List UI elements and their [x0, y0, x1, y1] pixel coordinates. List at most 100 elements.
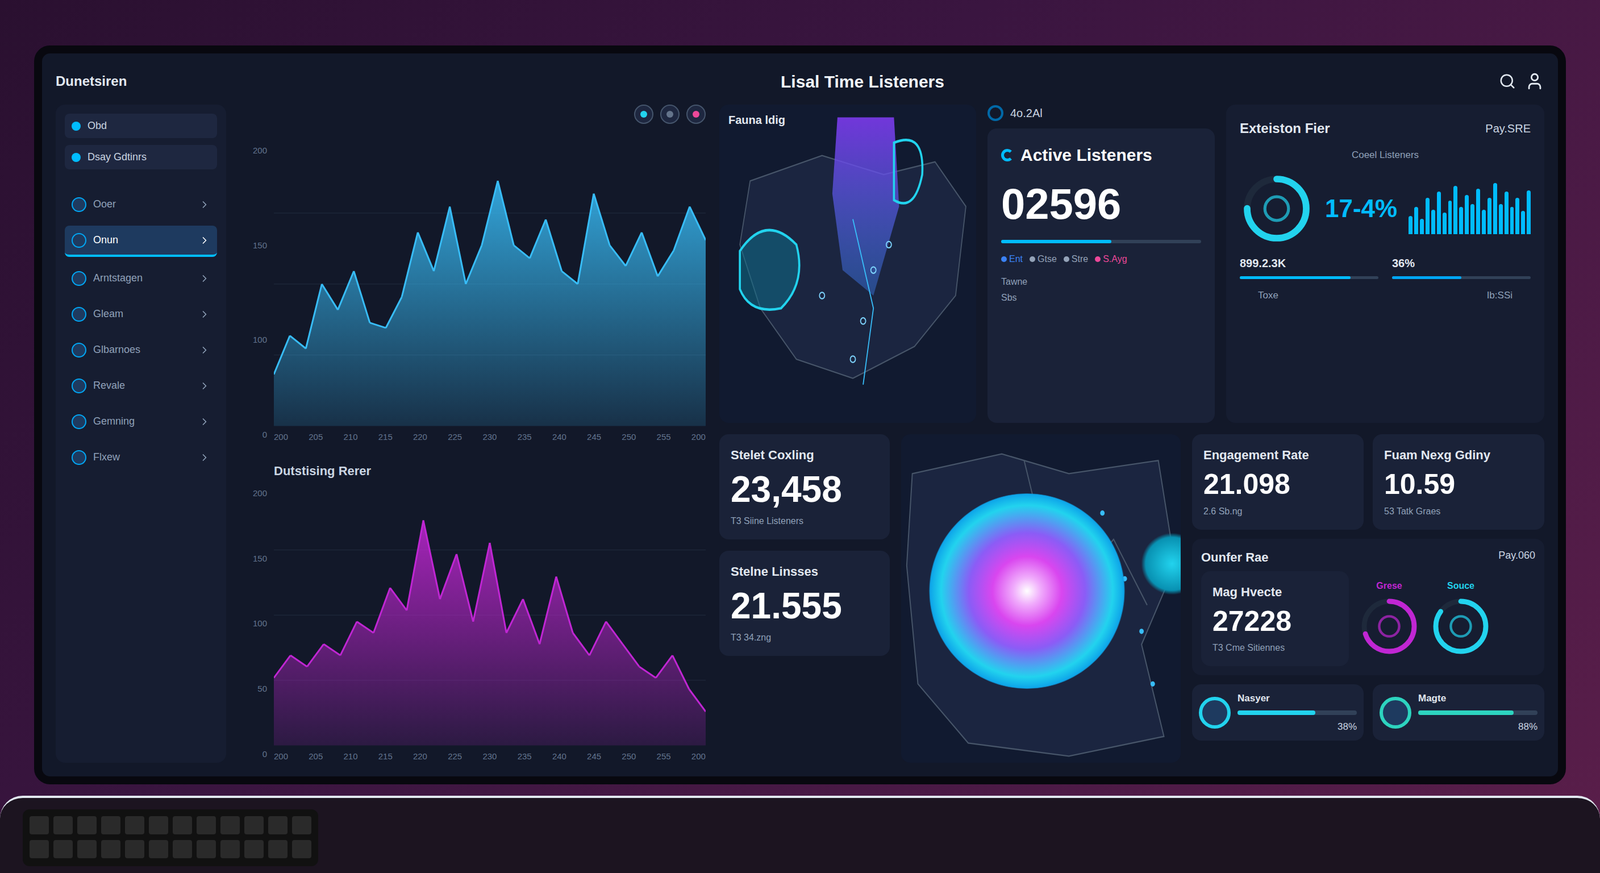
desk [0, 795, 1600, 873]
key[interactable] [244, 815, 264, 835]
chart-toggle[interactable] [634, 104, 654, 124]
stat-value: 10.59 [1384, 466, 1533, 503]
area-chart [273, 484, 706, 746]
key[interactable] [77, 815, 97, 835]
filter-chip[interactable]: Dsay Gdtinrs [64, 144, 218, 170]
key[interactable] [53, 815, 73, 835]
chart-segment [655, 655, 673, 678]
map-pin[interactable] [819, 292, 825, 299]
chart-toggle[interactable] [660, 104, 680, 124]
x-tick: 210 [343, 750, 358, 764]
key[interactable] [220, 815, 240, 835]
map-pin[interactable] [871, 267, 877, 274]
panel-title: Exteiston Fier [1239, 118, 1331, 139]
chart-segment [639, 666, 656, 678]
map-pin[interactable] [886, 241, 892, 248]
stat-card: Mag Hvecte27228T3 Cme Sitiennes [1201, 571, 1349, 667]
x-tick: 230 [482, 430, 497, 444]
key[interactable] [101, 815, 121, 835]
sidebar-item[interactable]: Gemning [64, 406, 218, 436]
key[interactable] [101, 839, 121, 858]
x-tick: 200 [273, 430, 289, 444]
x-tick: 225 [447, 430, 462, 444]
key[interactable] [220, 839, 240, 858]
stat-card: Fuam Nexg Gdiny10.5953 Tatk Graes [1372, 434, 1545, 530]
chevron-icon [198, 451, 211, 464]
sidebar-item[interactable]: Revale [64, 371, 218, 400]
key[interactable] [148, 815, 169, 835]
key[interactable] [196, 839, 216, 858]
active-card: Active Listeners02596EntGtseStreS.AygTaw… [987, 128, 1215, 423]
map-pin[interactable] [1139, 628, 1144, 634]
chevron-icon [198, 308, 211, 320]
key[interactable] [125, 839, 145, 858]
chart-segment [572, 632, 590, 656]
charts-column: 2001501000200205210215220225230235240245… [239, 104, 706, 763]
chart-segment [465, 245, 482, 285]
key[interactable] [29, 839, 49, 858]
chart-segment [641, 232, 658, 277]
user-icon[interactable] [1525, 71, 1545, 91]
key[interactable] [53, 839, 73, 858]
key[interactable] [172, 839, 193, 858]
key[interactable] [148, 839, 169, 858]
x-tick: 235 [517, 430, 532, 444]
meter-track[interactable] [1237, 710, 1357, 715]
chart-segment [609, 245, 626, 266]
x-tick: 245 [586, 430, 602, 444]
x-tick: 200 [691, 430, 706, 444]
key[interactable] [125, 815, 145, 835]
chart-segment [606, 621, 623, 645]
sidebar-item[interactable]: Onun [64, 225, 218, 257]
key[interactable] [268, 815, 288, 835]
sidebar-item[interactable]: Flxew [64, 442, 218, 472]
chevron-icon [198, 415, 211, 428]
map-pin[interactable] [850, 355, 856, 362]
chevron-icon [198, 272, 211, 285]
key[interactable] [172, 815, 193, 835]
spark-bar [1476, 188, 1481, 234]
key[interactable] [77, 839, 97, 858]
filter-dot-icon [71, 121, 81, 131]
meter-title: Nasyer [1237, 690, 1357, 706]
sidebar-item[interactable]: Glbarnoes [64, 335, 218, 365]
x-tick: 210 [343, 430, 358, 444]
footer-label: Tawne [1001, 275, 1202, 289]
chart-segment [657, 250, 674, 277]
key[interactable] [292, 839, 312, 858]
map-pin[interactable] [860, 317, 866, 324]
stat-title: Stelet Coxling [730, 445, 879, 465]
chart-segment [406, 520, 424, 611]
key[interactable] [292, 815, 312, 835]
percent-ring-icon [1239, 171, 1314, 246]
spark-bar [1425, 197, 1430, 235]
meter-reading: 88% [1518, 719, 1538, 735]
stat-value: 21.098 [1203, 466, 1353, 503]
heatmap-panel [901, 434, 1181, 763]
key[interactable] [29, 815, 49, 835]
x-tick: 220 [413, 750, 428, 764]
sidebar-item[interactable]: Arntstagen [64, 263, 218, 293]
meter-icon [1379, 696, 1412, 729]
meter-track[interactable] [1418, 710, 1538, 715]
chart-segment [481, 180, 498, 246]
stat-caption: T3 Cme Sitiennes [1212, 640, 1338, 655]
chart-segment [489, 542, 507, 633]
sidebar-item[interactable]: Gleam [64, 299, 218, 329]
search-icon[interactable] [1498, 72, 1516, 90]
map-pin[interactable] [1150, 681, 1156, 687]
chart-segment [401, 232, 418, 298]
chart-segment [522, 598, 540, 644]
spark-bar [1464, 194, 1469, 235]
spark-bar [1414, 206, 1419, 235]
dashboard-body: Obd Dsay Gdtinrs Ooer Onun Arntstagen Gleam Gl… [55, 104, 1545, 763]
map-pin[interactable] [1100, 510, 1105, 516]
sidebar-item[interactable]: Ooer [64, 189, 218, 219]
key[interactable] [268, 839, 288, 858]
spark-bar [1459, 206, 1464, 235]
key[interactable] [244, 839, 264, 858]
filter-chip[interactable]: Obd [64, 113, 218, 139]
key[interactable] [196, 815, 216, 835]
y-tick: 0 [239, 747, 268, 761]
chart-toggle[interactable] [686, 104, 706, 124]
